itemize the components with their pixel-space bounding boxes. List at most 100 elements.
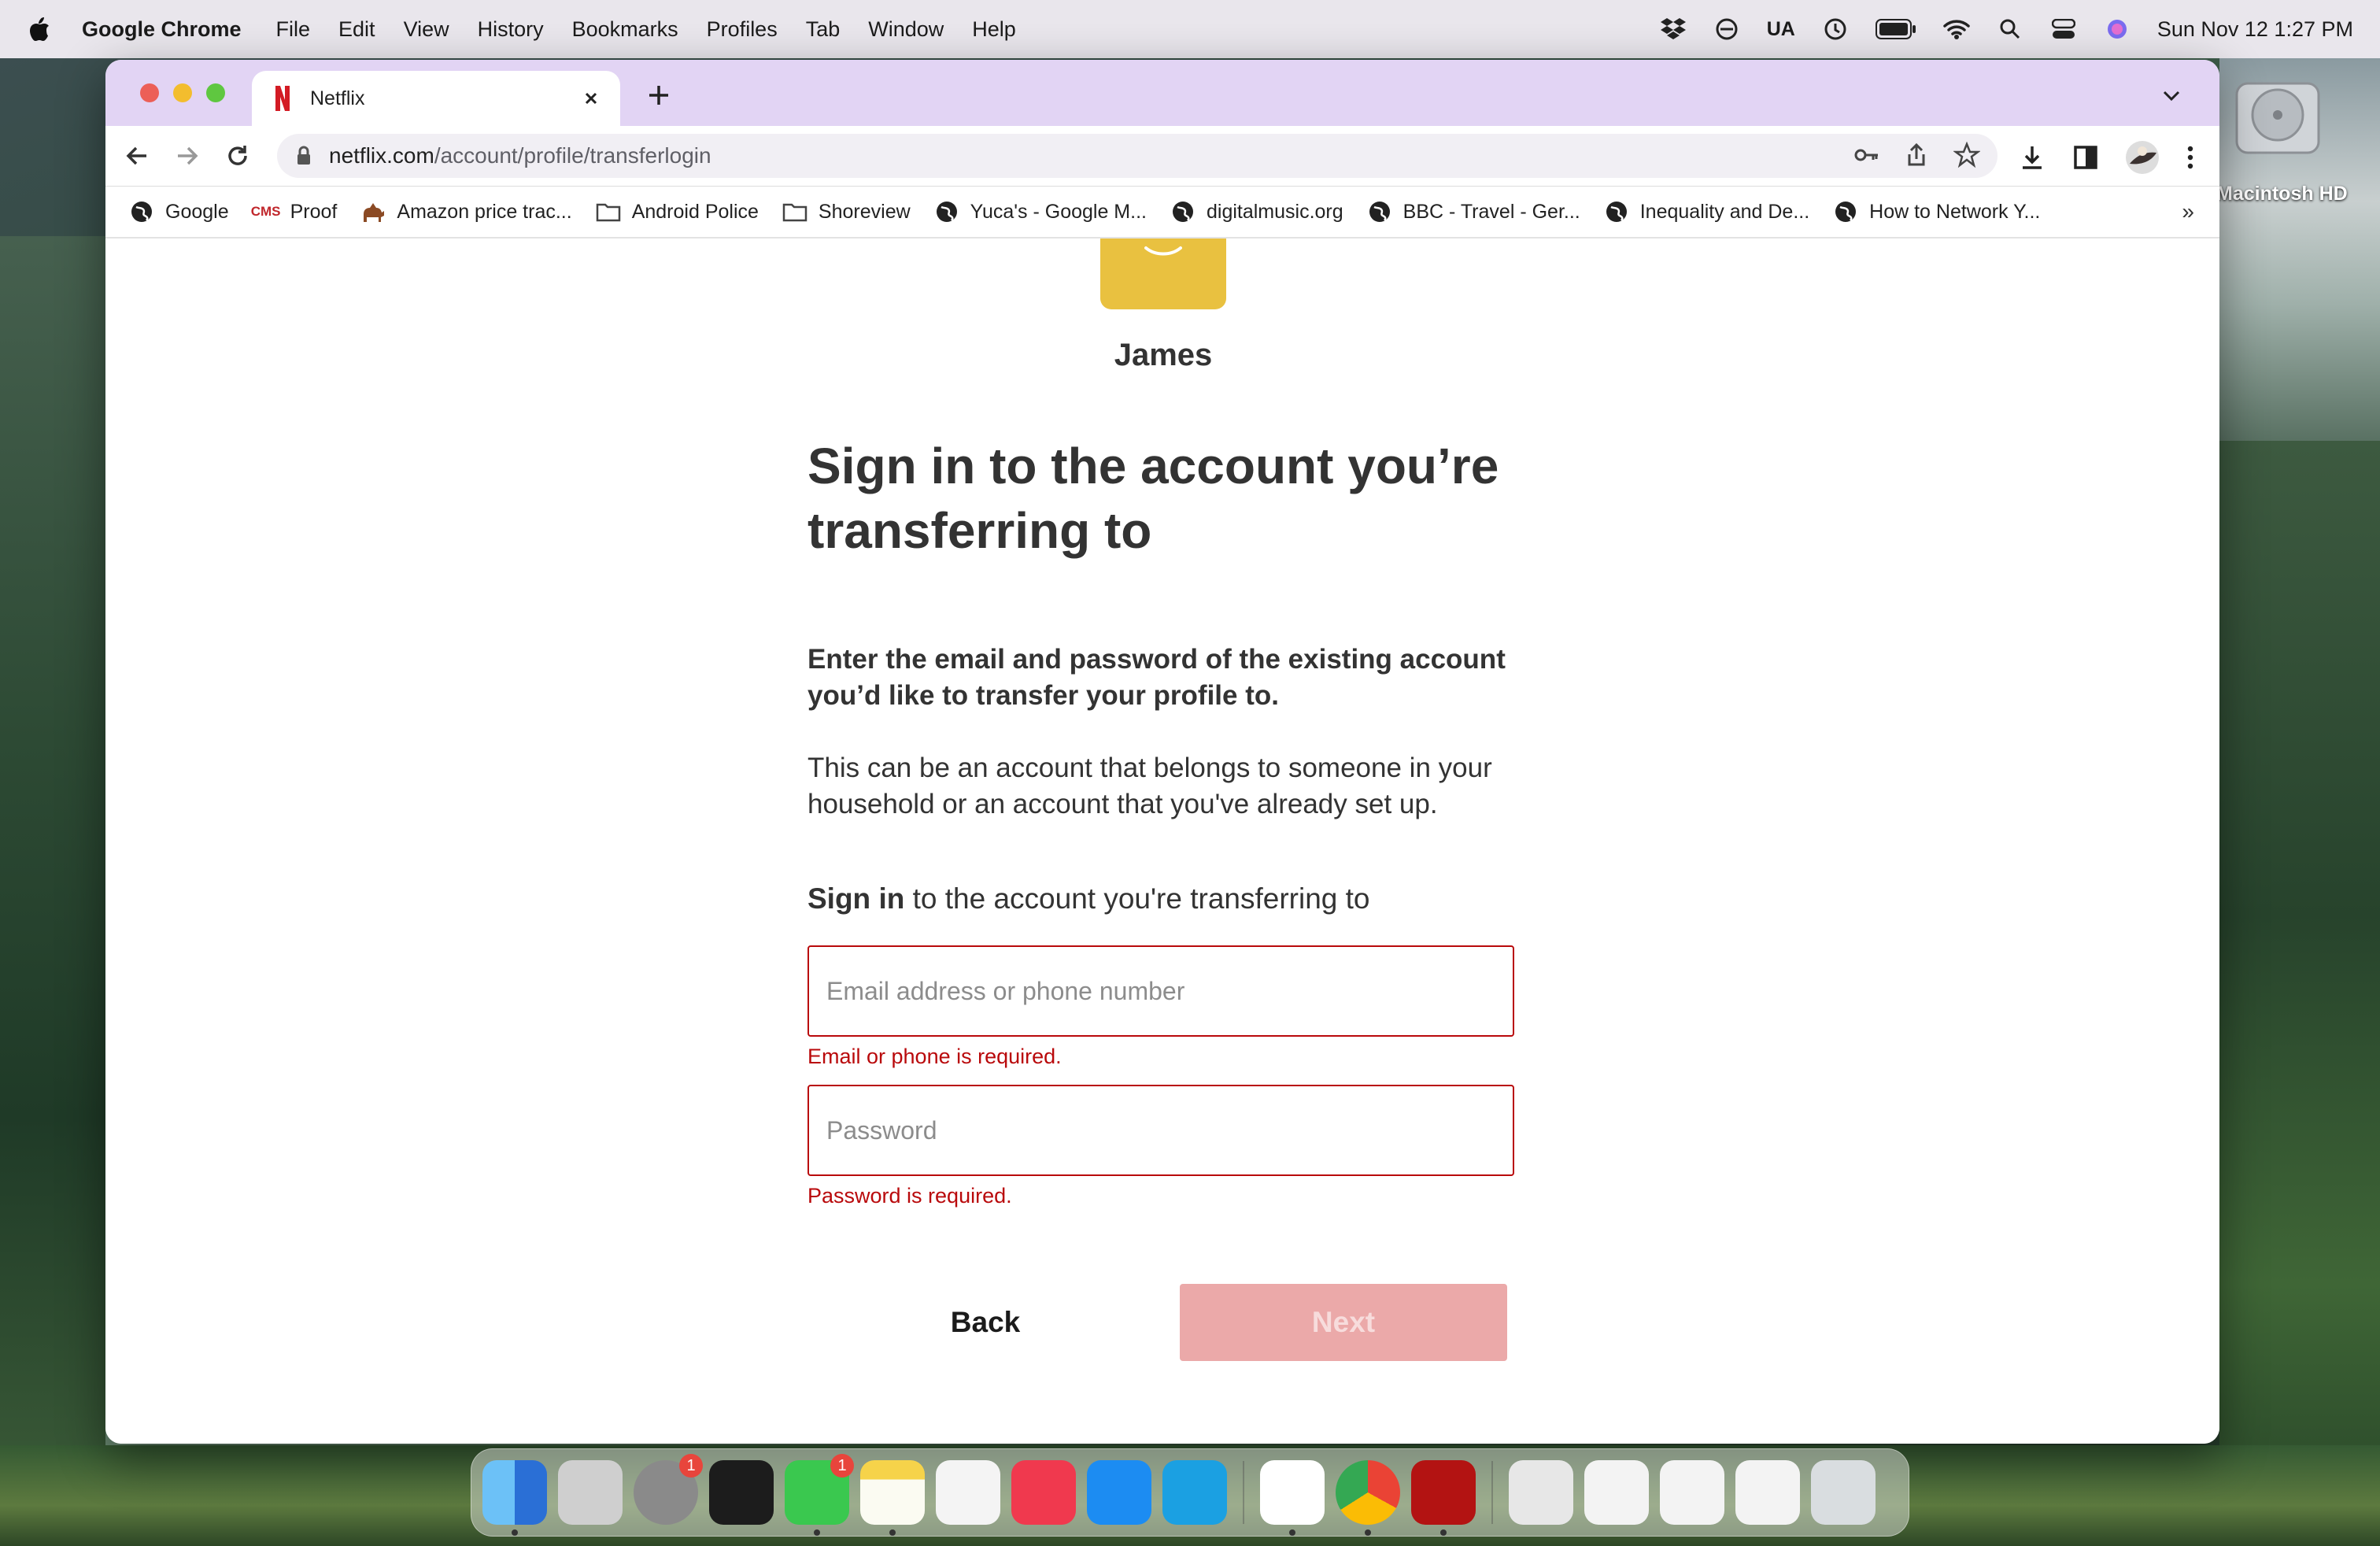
chrome-icon[interactable] (1336, 1460, 1400, 1536)
back-button[interactable]: Back (883, 1284, 1088, 1361)
bookmark-bbc-travel[interactable]: BBC - Travel - Ger... (1367, 199, 1580, 224)
tab-search-chevron-icon[interactable] (2160, 83, 2183, 107)
bookmark-how-to-network[interactable]: How to Network Y... (1833, 199, 2040, 224)
bookmark-inequality[interactable]: Inequality and De... (1604, 199, 1809, 224)
dock: 1 1 (471, 1448, 1909, 1537)
browser-window: Netflix netflix.com/account/profile/tran… (105, 60, 2219, 1444)
more-vert-icon[interactable] (2185, 143, 2196, 172)
bookmark-folder-shoreview[interactable]: Shoreview (782, 199, 911, 224)
email-field[interactable] (808, 945, 1514, 1037)
profile-avatar[interactable] (2125, 140, 2160, 175)
menu-bar: Google Chrome File Edit View History Boo… (0, 0, 2380, 58)
mosaic-icon[interactable] (709, 1460, 774, 1525)
notification-badge: 1 (679, 1454, 703, 1478)
password-field[interactable] (808, 1085, 1514, 1176)
slack-icon[interactable] (1260, 1460, 1325, 1536)
spotlight-search-icon[interactable] (1997, 16, 2023, 43)
lock-icon[interactable] (296, 146, 312, 166)
freeform-icon[interactable] (936, 1460, 1000, 1525)
notification-badge: 1 (830, 1454, 854, 1478)
password-error: Password is required. (808, 1184, 1012, 1208)
control-center-icon[interactable] (2050, 16, 2077, 43)
desktop-wallpaper-right (2219, 441, 2380, 1496)
profile-avatar-image (1100, 239, 1226, 309)
dropbox-icon[interactable] (1660, 16, 1687, 43)
trash-icon[interactable] (1811, 1460, 1876, 1525)
siri-icon[interactable] (2104, 16, 2131, 43)
app-store-icon[interactable] (1087, 1460, 1151, 1525)
battery-icon[interactable] (1875, 16, 1916, 43)
back-arrow-icon[interactable] (123, 142, 151, 170)
bookmarks-overflow-chevron[interactable]: » (2182, 199, 2194, 224)
next-button[interactable]: Next (1180, 1284, 1507, 1361)
menu-clock[interactable]: Sun Nov 12 1:27 PM (2157, 17, 2353, 42)
doc-window-icon[interactable] (1660, 1460, 1724, 1525)
time-machine-icon[interactable] (1822, 16, 1849, 43)
bookmark-google[interactable]: Google (129, 199, 229, 224)
tab-netflix[interactable]: Netflix (252, 71, 620, 126)
netflix-favicon-icon (275, 86, 290, 111)
forward-arrow-icon[interactable] (173, 142, 201, 170)
menu-file[interactable]: File (276, 17, 311, 42)
share-icon[interactable] (1903, 142, 1930, 168)
bookmark-yuca[interactable]: Yuca's - Google M... (934, 199, 1147, 224)
password-key-icon[interactable] (1853, 142, 1879, 168)
globe-icon (934, 199, 959, 224)
bookmark-proof[interactable]: CMS Proof (250, 199, 338, 224)
minimize-window-button[interactable] (173, 83, 192, 102)
launchpad-icon[interactable] (558, 1460, 623, 1525)
creative-cloud-icon[interactable] (1713, 16, 1740, 43)
bookmark-digitalmusic[interactable]: digitalmusic.org (1170, 199, 1343, 224)
toolbar-actions (2018, 140, 2219, 175)
folder-icon (782, 199, 808, 224)
doc-window-2-icon[interactable] (1735, 1460, 1800, 1525)
bookmark-star-icon[interactable] (1953, 142, 1980, 168)
bookmark-amazon-price[interactable]: Amazon price trac... (360, 199, 572, 224)
globe-icon (1367, 199, 1392, 224)
menu-edit[interactable]: Edit (338, 17, 375, 42)
hard-drive-icon[interactable] (2230, 71, 2325, 165)
zoom-window-button[interactable] (206, 83, 225, 102)
url-text[interactable]: netflix.com/account/profile/transferlogi… (329, 143, 711, 168)
skype-icon[interactable] (1162, 1460, 1227, 1525)
address-bar[interactable]: netflix.com/account/profile/transferlogi… (277, 134, 1998, 178)
menu-profiles[interactable]: Profiles (707, 17, 778, 42)
music-icon[interactable] (1011, 1460, 1076, 1525)
menu-window[interactable]: Window (868, 17, 944, 42)
menu-view[interactable]: View (404, 17, 449, 42)
globe-icon (1170, 199, 1196, 224)
bookmark-label: Yuca's - Google M... (970, 200, 1147, 223)
hard-drive-label: Macintosh HD (2216, 183, 2348, 205)
notes-icon[interactable] (860, 1460, 925, 1536)
email-input[interactable] (825, 975, 1489, 1007)
downloads-icon[interactable] (2018, 143, 2046, 172)
bookmark-folder-android-police[interactable]: Android Police (596, 199, 759, 224)
wifi-icon[interactable] (1943, 16, 1970, 43)
finder-icon[interactable] (482, 1460, 547, 1536)
archive-icon[interactable] (1509, 1460, 1573, 1525)
keyboard-input-indicator[interactable]: UA (1767, 16, 1795, 43)
page-title: Sign in to the account you’re transferri… (808, 438, 1499, 559)
bookmark-label: Amazon price trac... (397, 200, 572, 223)
transfer-form: Sign in to the account you’re transferri… (808, 434, 1532, 1361)
globe-icon (1604, 199, 1629, 224)
system-settings-icon[interactable]: 1 (634, 1454, 703, 1525)
menu-app-name[interactable]: Google Chrome (82, 17, 242, 42)
menu-bookmarks[interactable]: Bookmarks (572, 17, 678, 42)
password-input[interactable] (825, 1115, 1489, 1146)
messages-icon[interactable]: 1 (785, 1454, 854, 1536)
desktop-wallpaper-left (0, 236, 105, 1496)
new-tab-icon[interactable] (645, 82, 672, 109)
cms-icon: CMS (250, 204, 281, 219)
menu-tab[interactable]: Tab (806, 17, 841, 42)
reload-icon[interactable] (224, 142, 252, 170)
close-window-button[interactable] (140, 83, 159, 102)
apple-icon[interactable] (28, 17, 50, 42)
acrobat-icon[interactable] (1411, 1460, 1476, 1536)
menu-history[interactable]: History (478, 17, 544, 42)
menu-help[interactable]: Help (972, 17, 1016, 42)
camel-icon (360, 199, 386, 224)
sheet-doc-icon[interactable] (1584, 1460, 1649, 1525)
side-panel-icon[interactable] (2071, 143, 2100, 172)
close-tab-icon[interactable] (579, 87, 603, 110)
